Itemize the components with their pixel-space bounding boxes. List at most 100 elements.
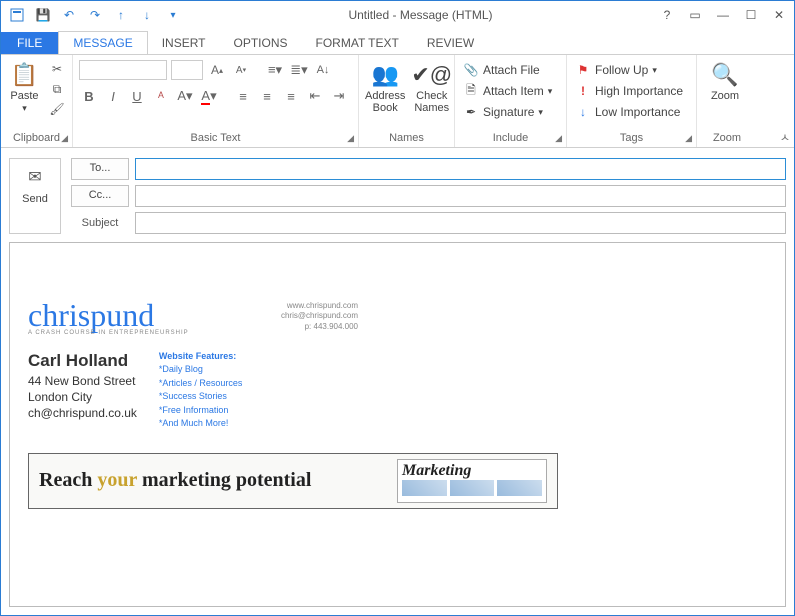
- signature-contact-right: www.chrispund.com chris@chrispund.com p:…: [281, 301, 358, 332]
- prev-icon[interactable]: ↑: [109, 4, 133, 26]
- tags-launcher-icon[interactable]: ◢: [685, 133, 692, 144]
- group-tags: ⚑Follow Up ▾ !High Importance ↓ Low Impor…: [567, 55, 697, 147]
- attach-file-label: Attach File: [483, 63, 540, 77]
- italic-icon[interactable]: I: [103, 86, 123, 106]
- font-family-input[interactable]: [79, 60, 167, 80]
- high-importance-button[interactable]: !High Importance: [573, 81, 685, 101]
- subject-input[interactable]: [135, 212, 786, 234]
- redo-icon[interactable]: ↷: [83, 4, 107, 26]
- tab-message[interactable]: MESSAGE: [58, 31, 147, 55]
- signature-icon: ✒: [463, 105, 479, 119]
- signature-name: Carl Holland: [28, 350, 137, 373]
- group-names: 👥 Address Book ✔@ Check Names Names: [359, 55, 455, 147]
- bold-icon[interactable]: B: [79, 86, 99, 106]
- follow-up-label: Follow Up: [595, 63, 648, 77]
- check-names-icon: ✔@: [411, 60, 452, 90]
- clipboard-launcher-icon[interactable]: ◢: [61, 133, 68, 144]
- signature-person: Carl Holland 44 New Bond Street London C…: [28, 350, 137, 431]
- signature-logo: chrispund: [28, 301, 189, 330]
- attach-item-button[interactable]: 🗎Attach Item ▾: [461, 81, 554, 101]
- indent-icon[interactable]: ⇥: [329, 86, 349, 106]
- window-title: Untitled - Message (HTML): [185, 8, 656, 22]
- grow-font-icon[interactable]: A▴: [207, 60, 227, 80]
- cc-input[interactable]: [135, 185, 786, 207]
- signature-feat-4: *And Much More!: [159, 417, 243, 431]
- undo-icon[interactable]: ↶: [57, 4, 81, 26]
- outdent-icon[interactable]: ⇤: [305, 86, 325, 106]
- magnifier-icon: 🔍: [711, 60, 738, 90]
- clear-format-icon[interactable]: ᴬ: [151, 86, 171, 106]
- zoom-button[interactable]: 🔍 Zoom: [703, 58, 747, 102]
- copy-icon[interactable]: ⧉: [48, 80, 66, 98]
- signature-addr2: London City: [28, 389, 137, 405]
- font-color-icon[interactable]: A▾: [199, 86, 219, 106]
- tab-format-text[interactable]: FORMAT TEXT: [302, 32, 413, 54]
- font-size-input[interactable]: [171, 60, 203, 80]
- tab-insert[interactable]: INSERT: [148, 32, 220, 54]
- numbering-icon[interactable]: ≣▾: [289, 60, 309, 80]
- qat-customize-icon[interactable]: ▾: [161, 4, 185, 26]
- paste-button[interactable]: 📋 Paste▾: [7, 58, 42, 114]
- minimize-icon[interactable]: —: [712, 5, 734, 25]
- tab-file[interactable]: FILE: [1, 32, 58, 54]
- next-icon[interactable]: ↓: [135, 4, 159, 26]
- tab-review[interactable]: REVIEW: [413, 32, 488, 54]
- signature-phone: p: 443.904.000: [281, 322, 358, 332]
- maximize-icon[interactable]: ☐: [740, 5, 762, 25]
- zoom-label: Zoom: [711, 90, 739, 102]
- to-input[interactable]: [135, 158, 786, 180]
- tab-options[interactable]: OPTIONS: [220, 32, 302, 54]
- promo-banner: Reach your marketing potential Marketing: [28, 453, 558, 509]
- help-icon[interactable]: ?: [656, 5, 678, 25]
- group-basictext-label: Basic Text: [191, 132, 241, 144]
- align-center-icon[interactable]: ≡: [257, 86, 277, 106]
- banner-text: Reach your marketing potential: [39, 469, 311, 492]
- format-painter-icon[interactable]: 🖌: [48, 100, 66, 118]
- follow-up-button[interactable]: ⚑Follow Up ▾: [573, 60, 685, 80]
- address-book-label: Address Book: [365, 90, 405, 114]
- shrink-font-icon[interactable]: A▾: [231, 60, 251, 80]
- office-icon[interactable]: [5, 4, 29, 26]
- underline-icon[interactable]: U: [127, 86, 147, 106]
- signature-email2: ch@chrispund.co.uk: [28, 405, 137, 421]
- bullets-icon[interactable]: ≡▾: [265, 60, 285, 80]
- align-right-icon[interactable]: ≡: [281, 86, 301, 106]
- highlight-icon[interactable]: A▾: [175, 86, 195, 106]
- banner-pre: Reach: [39, 469, 97, 491]
- cut-icon[interactable]: ✂: [48, 60, 66, 78]
- low-importance-label: Low Importance: [595, 105, 680, 119]
- group-clipboard: 📋 Paste▾ ✂ ⧉ 🖌 Clipboard◢: [1, 55, 73, 147]
- paste-label: Paste: [10, 90, 38, 102]
- basictext-launcher-icon[interactable]: ◢: [347, 133, 354, 144]
- align-left-icon[interactable]: ≡: [233, 86, 253, 106]
- attach-file-button[interactable]: 📎Attach File: [461, 60, 554, 80]
- cc-button[interactable]: Cc...: [71, 185, 129, 207]
- send-button[interactable]: ✉ Send: [9, 158, 61, 234]
- signature-feat-2: *Success Stories: [159, 390, 243, 404]
- ribbon-opts-icon[interactable]: ▭: [684, 5, 706, 25]
- close-icon[interactable]: ✕: [768, 5, 790, 25]
- group-basic-text: A▴ A▾ ≡▾ ≣▾ A↓ B I U ᴬ A▾ A▾ ≡ ≡: [73, 55, 359, 147]
- collapse-ribbon-icon[interactable]: ㅅ: [780, 129, 790, 145]
- high-importance-label: High Importance: [595, 84, 683, 98]
- to-button[interactable]: To...: [71, 158, 129, 180]
- include-launcher-icon[interactable]: ◢: [555, 133, 562, 144]
- low-importance-icon: ↓: [575, 105, 591, 119]
- signature-feat-0: *Daily Blog: [159, 363, 243, 377]
- signature-features-head: Website Features:: [159, 350, 243, 364]
- address-book-button[interactable]: 👥 Address Book: [365, 58, 405, 114]
- low-importance-button[interactable]: ↓ Low Importance: [573, 102, 685, 122]
- signature-feat-1: *Articles / Resources: [159, 377, 243, 391]
- signature-features: Website Features: *Daily Blog *Articles …: [159, 350, 243, 431]
- banner-em: your: [97, 469, 137, 491]
- attach-item-icon: 🗎: [463, 81, 479, 102]
- send-label: Send: [22, 193, 48, 205]
- message-body[interactable]: chrispund A CRASH COURSE IN ENTREPRENEUR…: [9, 242, 786, 607]
- check-names-button[interactable]: ✔@ Check Names: [411, 58, 452, 114]
- ribbon-tabs: FILE MESSAGE INSERT OPTIONS FORMAT TEXT …: [1, 29, 794, 54]
- save-icon[interactable]: 💾: [31, 4, 55, 26]
- signature-button[interactable]: ✒Signature ▾: [461, 102, 554, 122]
- sort-icon[interactable]: A↓: [313, 60, 333, 80]
- envelope-icon: ✉: [28, 167, 41, 187]
- clipboard-icon: 📋: [11, 60, 38, 90]
